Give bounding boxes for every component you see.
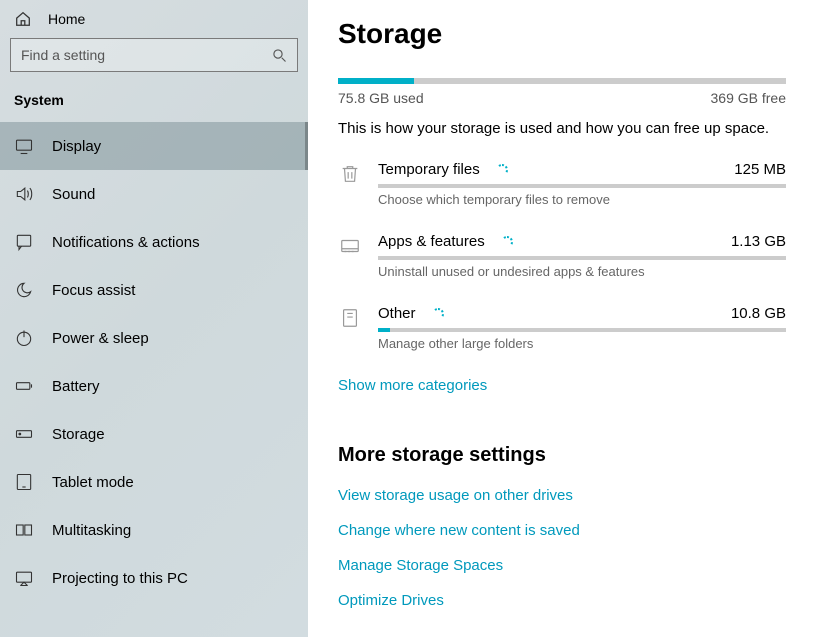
- trash-icon: [338, 161, 362, 207]
- power-icon: [14, 328, 34, 348]
- search-icon: [271, 47, 287, 63]
- projecting-icon: [14, 568, 34, 588]
- category-sub: Uninstall unused or undesired apps & fea…: [378, 264, 786, 279]
- category-size: 125 MB: [734, 161, 786, 178]
- category-body: Apps & features 1.13 GB Uninstall unused…: [378, 233, 786, 279]
- more-storage-links: View storage usage on other drives Chang…: [338, 487, 785, 609]
- usage-bar-fill: [338, 78, 414, 84]
- notifications-icon: [14, 232, 34, 252]
- nav-label: Power & sleep: [52, 330, 149, 347]
- sound-icon: [14, 184, 34, 204]
- battery-icon: [14, 376, 34, 396]
- focus-assist-icon: [14, 280, 34, 300]
- usage-labels: 75.8 GB used 369 GB free: [338, 90, 786, 106]
- category-bar: [378, 328, 786, 332]
- category-bar: [378, 184, 786, 188]
- link-optimize-drives[interactable]: Optimize Drives: [338, 592, 785, 609]
- link-change-content-saved[interactable]: Change where new content is saved: [338, 522, 785, 539]
- nav-label: Projecting to this PC: [52, 570, 188, 587]
- category-bar: [378, 256, 786, 260]
- more-storage-heading: More storage settings: [338, 444, 785, 467]
- tablet-icon: [14, 472, 34, 492]
- nav-label: Battery: [52, 378, 100, 395]
- nav-list: Display Sound Notifications & actions Fo…: [0, 122, 308, 602]
- nav-item-multitasking[interactable]: Multitasking: [0, 506, 308, 554]
- category-body: Temporary files 125 MB Choose which temp…: [378, 161, 786, 207]
- nav-item-battery[interactable]: Battery: [0, 362, 308, 410]
- loading-spinner-icon: [496, 164, 508, 176]
- category-other[interactable]: Other 10.8 GB Manage other large folders: [338, 305, 786, 351]
- home-button[interactable]: Home: [0, 0, 308, 38]
- section-label: System: [0, 86, 308, 122]
- multitasking-icon: [14, 520, 34, 540]
- loading-spinner-icon: [501, 236, 513, 248]
- category-header: Temporary files 125 MB: [378, 161, 786, 178]
- nav-item-storage[interactable]: Storage: [0, 410, 308, 458]
- category-size: 10.8 GB: [731, 305, 786, 322]
- content: Storage 75.8 GB used 369 GB free This is…: [308, 0, 831, 637]
- nav-item-power[interactable]: Power & sleep: [0, 314, 308, 362]
- category-temporary-files[interactable]: Temporary files 125 MB Choose which temp…: [338, 161, 786, 207]
- sidebar: Home System Display Sound Notifications …: [0, 0, 308, 637]
- category-body: Other 10.8 GB Manage other large folders: [378, 305, 786, 351]
- other-icon: [338, 305, 362, 351]
- link-view-usage-other-drives[interactable]: View storage usage on other drives: [338, 487, 785, 504]
- category-title: Other: [378, 305, 416, 322]
- home-label: Home: [48, 11, 85, 27]
- category-sub: Manage other large folders: [378, 336, 786, 351]
- usage-bar: [338, 78, 786, 84]
- category-apps-features[interactable]: Apps & features 1.13 GB Uninstall unused…: [338, 233, 786, 279]
- loading-spinner-icon: [432, 308, 444, 320]
- display-icon: [14, 136, 34, 156]
- apps-icon: [338, 233, 362, 279]
- nav-label: Notifications & actions: [52, 234, 200, 251]
- category-header: Apps & features 1.13 GB: [378, 233, 786, 250]
- nav-label: Multitasking: [52, 522, 131, 539]
- page-title: Storage: [338, 18, 785, 50]
- nav-item-notifications[interactable]: Notifications & actions: [0, 218, 308, 266]
- nav-item-sound[interactable]: Sound: [0, 170, 308, 218]
- search-wrap: [0, 38, 308, 86]
- nav-item-focus-assist[interactable]: Focus assist: [0, 266, 308, 314]
- link-manage-storage-spaces[interactable]: Manage Storage Spaces: [338, 557, 785, 574]
- category-sub: Choose which temporary files to remove: [378, 192, 786, 207]
- storage-icon: [14, 424, 34, 444]
- nav-label: Display: [52, 138, 101, 155]
- nav-label: Tablet mode: [52, 474, 134, 491]
- search-input[interactable]: [21, 47, 271, 63]
- used-label: 75.8 GB used: [338, 90, 424, 106]
- nav-item-display[interactable]: Display: [0, 122, 308, 170]
- nav-item-projecting[interactable]: Projecting to this PC: [0, 554, 308, 602]
- free-label: 369 GB free: [711, 90, 787, 106]
- nav-label: Sound: [52, 186, 95, 203]
- home-icon: [14, 10, 32, 28]
- category-header: Other 10.8 GB: [378, 305, 786, 322]
- nav-label: Focus assist: [52, 282, 135, 299]
- usage-description: This is how your storage is used and how…: [338, 120, 785, 137]
- category-size: 1.13 GB: [731, 233, 786, 250]
- category-title: Apps & features: [378, 233, 485, 250]
- category-title: Temporary files: [378, 161, 480, 178]
- show-more-categories-link[interactable]: Show more categories: [338, 377, 487, 394]
- nav-label: Storage: [52, 426, 105, 443]
- search-box[interactable]: [10, 38, 298, 72]
- nav-item-tablet[interactable]: Tablet mode: [0, 458, 308, 506]
